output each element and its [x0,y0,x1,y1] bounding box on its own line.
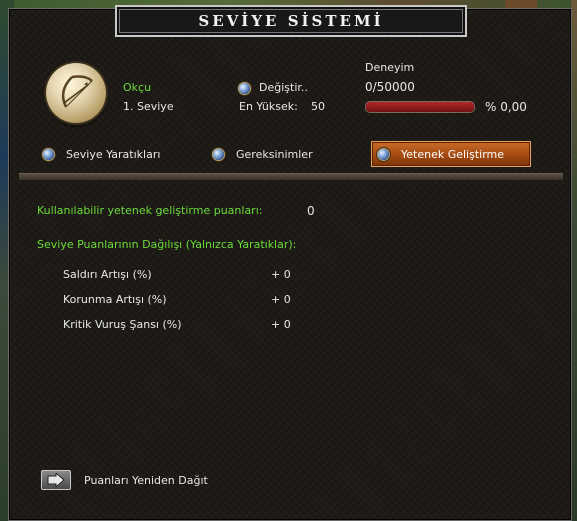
level-label: 1. Seviye [123,100,174,113]
distribution-label: Seviye Puanlarının Dağılışı (Yalnızca Ya… [37,238,297,251]
gem-icon [43,148,54,160]
tab-skill-development[interactable]: Yetenek Geliştirme [371,141,531,167]
window-title: SEVİYE SİSTEMİ [198,12,384,30]
redistribute-button[interactable] [41,470,71,490]
bow-icon [46,63,106,123]
stat-defense-label: Korunma Artışı (%) [63,293,167,306]
tab-label: Seviye Yaratıkları [66,147,161,161]
experience-bar [365,101,475,113]
window-title-plate[interactable]: SEVİYE SİSTEMİ [115,5,467,37]
stat-critical-value: + 0 [271,318,291,331]
experience-label: Deneyim [365,61,415,74]
gem-icon [213,148,224,160]
tab-label: Gereksinimler [236,147,313,161]
highest-level-label: En Yüksek: [239,100,298,113]
tab-label: Yetenek Geliştirme [401,147,505,161]
experience-percent: % 0,00 [485,100,527,114]
gem-icon [378,148,389,160]
redistribute-label[interactable]: Puanları Yeniden Dağıt [84,474,208,487]
level-system-window: SEVİYE SİSTEMİ Okçu 1. Seviye Değiştir..… [8,5,572,521]
experience-value: 0/50000 [365,80,415,94]
tab-requirements[interactable]: Gereksinimler [207,141,337,167]
stat-critical-label: Kritik Vuruş Şansı (%) [63,318,182,331]
arrow-right-icon [47,473,65,487]
available-points-value: 0 [307,204,315,218]
stat-defense-value: + 0 [271,293,291,306]
highest-level-value: 50 [311,100,325,113]
class-name: Okçu [123,81,152,94]
available-points-label: Kullanılabilir yetenek geliştirme puanla… [37,204,263,217]
tab-divider [19,173,563,180]
stat-attack-value: + 0 [271,268,291,281]
change-class-link[interactable]: Değiştir.. [259,81,308,94]
stat-attack-label: Saldırı Artışı (%) [63,268,152,281]
change-gem-icon[interactable] [239,83,250,94]
tab-level-creatures[interactable]: Seviye Yaratıkları [37,141,187,167]
